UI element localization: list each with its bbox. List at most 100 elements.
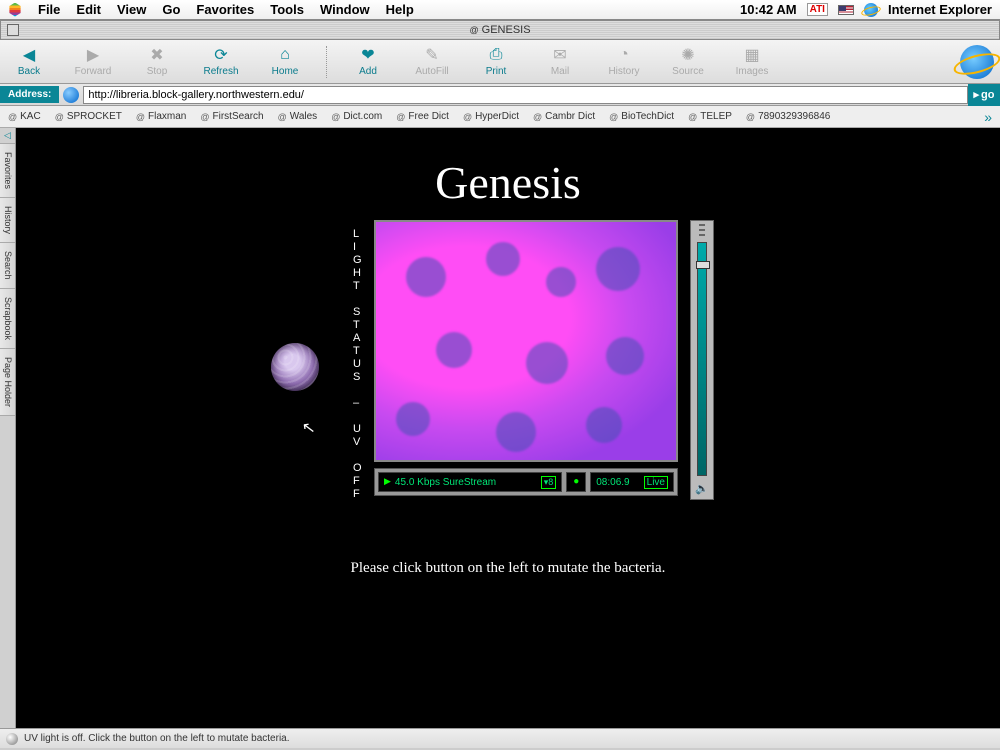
- stop-button[interactable]: ✖ Stop: [134, 46, 180, 77]
- fav-wales[interactable]: @Wales: [278, 111, 318, 122]
- add-label: Add: [359, 66, 377, 77]
- mail-label: Mail: [551, 66, 569, 77]
- menu-tools[interactable]: Tools: [270, 2, 304, 17]
- apple-menu-icon[interactable]: [8, 3, 22, 17]
- forward-label: Forward: [75, 66, 112, 77]
- elapsed-time: 08:06.9: [596, 477, 629, 488]
- window-titlebar: @ GENESIS: [0, 20, 1000, 40]
- main-row: ◁ Favorites History Search Scrapbook Pag…: [0, 128, 1000, 728]
- sidebar-tab-pageholder[interactable]: Page Holder: [0, 349, 15, 416]
- history-button[interactable]: ◔ History: [601, 46, 647, 77]
- fav-label: Wales: [290, 111, 317, 122]
- go-button[interactable]: go: [968, 84, 1000, 106]
- mail-icon: ✉: [549, 46, 571, 64]
- stream-info[interactable]: 45.0 Kbps SureStream ▾8: [378, 472, 562, 492]
- refresh-button[interactable]: ⟳Refresh: [198, 46, 244, 77]
- sidebar-tab-scrapbook[interactable]: Scrapbook: [0, 289, 15, 349]
- fav-kac[interactable]: @KAC: [8, 111, 41, 122]
- bulb-icon: [6, 733, 18, 745]
- history-label: History: [608, 66, 639, 77]
- source-label: Source: [672, 66, 704, 77]
- menu-view[interactable]: View: [117, 2, 146, 17]
- heart-icon: ❤: [357, 46, 379, 64]
- menu-edit[interactable]: Edit: [76, 2, 101, 17]
- fav-sprocket[interactable]: @SPROCKET: [55, 111, 122, 122]
- ie-throbber-icon: [960, 45, 994, 79]
- sidebar-tab-search[interactable]: Search: [0, 243, 15, 289]
- source-icon: ✺: [677, 46, 699, 64]
- us-flag-icon[interactable]: [838, 5, 854, 15]
- autofill-label: AutoFill: [415, 66, 448, 77]
- address-label: Address:: [0, 86, 59, 103]
- mail-button[interactable]: ✉ Mail: [537, 46, 583, 77]
- forward-button[interactable]: ▶ Forward: [70, 46, 116, 77]
- history-icon: ◔: [613, 46, 635, 64]
- menu-help[interactable]: Help: [386, 2, 414, 17]
- fav-freedict[interactable]: @Free Dict: [396, 111, 449, 122]
- sidebar-collapse-icon[interactable]: ◁: [0, 128, 15, 144]
- stream-rate: 45.0 Kbps SureStream: [395, 477, 496, 488]
- source-button[interactable]: ✺ Source: [665, 46, 711, 77]
- app-name[interactable]: Internet Explorer: [888, 2, 992, 17]
- fav-label: Free Dict: [408, 111, 449, 122]
- media-player-bar: 45.0 Kbps SureStream ▾8 08:06.9 Live: [374, 468, 678, 496]
- pencil-icon: ✎: [421, 46, 443, 64]
- print-label: Print: [486, 66, 507, 77]
- fav-dictcom[interactable]: @Dict.com: [331, 111, 382, 122]
- favorites-bar: @KAC @SPROCKET @Flaxman @FirstSearch @Wa…: [0, 106, 1000, 128]
- slider-tick: [699, 229, 705, 231]
- live-badge: Live: [644, 476, 668, 489]
- fav-number[interactable]: @7890329396846: [746, 111, 830, 122]
- ie-icon[interactable]: [864, 3, 878, 17]
- favorites-overflow-icon[interactable]: »: [984, 109, 992, 125]
- sidebar-tab-favorites[interactable]: Favorites: [0, 144, 15, 198]
- video-stream: [376, 222, 676, 460]
- record-indicator[interactable]: [566, 472, 586, 492]
- slider-thumb[interactable]: [696, 261, 710, 269]
- back-button[interactable]: ◀Back: [6, 46, 52, 77]
- slider-tick: [699, 234, 705, 236]
- back-icon: ◀: [18, 46, 40, 64]
- explorer-sidebar: ◁ Favorites History Search Scrapbook Pag…: [0, 128, 16, 728]
- fav-label: 7890329396846: [758, 111, 830, 122]
- images-icon: ▦: [741, 46, 763, 64]
- cursor-icon: ↖: [301, 417, 317, 439]
- sidebar-tab-history[interactable]: History: [0, 198, 15, 243]
- status-text: UV light is off. Click the button on the…: [24, 733, 290, 744]
- ati-icon[interactable]: ATI: [807, 3, 828, 16]
- stop-icon: ✖: [146, 46, 168, 64]
- fav-cambrdict[interactable]: @Cambr Dict: [533, 111, 595, 122]
- window-title: GENESIS: [482, 24, 531, 36]
- status-bar: UV light is off. Click the button on the…: [0, 728, 1000, 748]
- window-close-button[interactable]: [7, 24, 19, 36]
- fav-label: SPROCKET: [67, 111, 122, 122]
- fav-firstsearch[interactable]: @FirstSearch: [200, 111, 263, 122]
- fav-label: KAC: [20, 111, 41, 122]
- autofill-button[interactable]: ✎ AutoFill: [409, 46, 455, 77]
- address-bar: Address: go: [0, 84, 1000, 106]
- print-button[interactable]: ⎙Print: [473, 46, 519, 77]
- url-input[interactable]: [83, 86, 968, 104]
- fav-label: BioTechDict: [621, 111, 674, 122]
- globe-icon: [63, 87, 79, 103]
- fav-label: TELEP: [700, 111, 732, 122]
- menu-file[interactable]: File: [38, 2, 60, 17]
- home-button[interactable]: ⌂Home: [262, 46, 308, 77]
- fav-flaxman[interactable]: @Flaxman: [136, 111, 187, 122]
- at-icon: @: [469, 25, 478, 35]
- fav-biotechdict[interactable]: @BioTechDict: [609, 111, 674, 122]
- stop-label: Stop: [147, 66, 168, 77]
- volume-slider[interactable]: [697, 242, 707, 476]
- page-title: Genesis: [16, 156, 1000, 209]
- add-button[interactable]: ❤ Add: [345, 46, 391, 77]
- speaker-icon[interactable]: 🔈: [695, 482, 709, 496]
- forward-icon: ▶: [82, 46, 104, 64]
- menu-favorites[interactable]: Favorites: [196, 2, 254, 17]
- fav-hyperdict[interactable]: @HyperDict: [463, 111, 519, 122]
- menu-window[interactable]: Window: [320, 2, 370, 17]
- menu-go[interactable]: Go: [162, 2, 180, 17]
- time-display: 08:06.9 Live: [590, 472, 674, 492]
- images-button[interactable]: ▦Images: [729, 46, 775, 77]
- mutate-bacteria-button[interactable]: [271, 343, 319, 391]
- fav-telep[interactable]: @TELEP: [688, 111, 732, 122]
